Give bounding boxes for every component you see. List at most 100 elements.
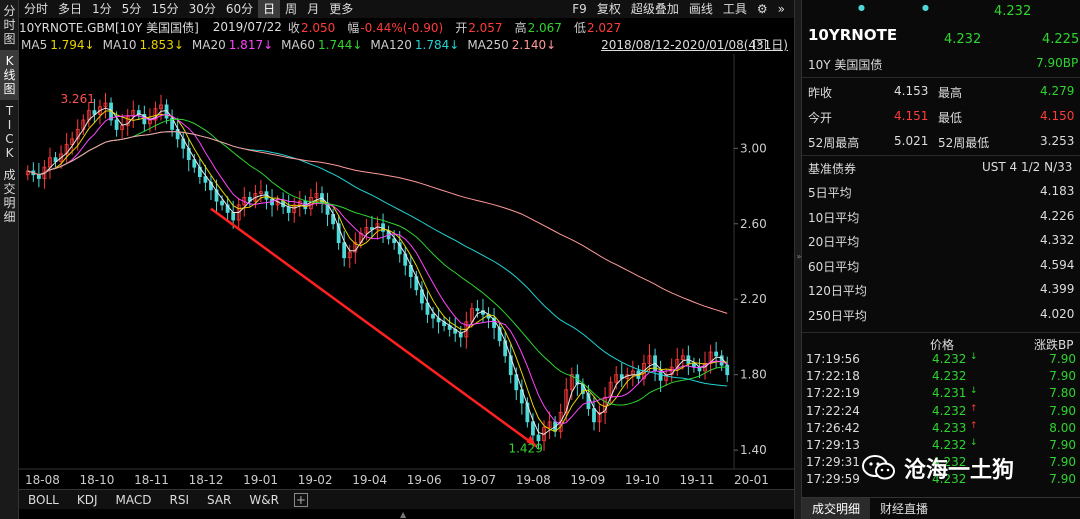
ma-value: 1.784↓ [414,38,460,52]
period-tab-7[interactable]: 日 [258,0,281,18]
period-tab-10[interactable]: 更多 [324,0,358,18]
x-tick-label: 19-10 [625,473,660,487]
open-value: 2.057 [468,20,503,35]
add-indicator-button[interactable]: + [293,492,308,507]
x-tick-label: 19-06 [407,473,442,487]
tick-time: 17:22:24 [806,403,860,418]
period-tab-2[interactable]: 1分 [87,0,117,18]
divider [802,77,1080,78]
tick-time: 17:22:18 [806,369,860,384]
quote-info-row: 10YRNOTE.GBM[10Y 美国国债] 2019/07/22 收2.050… [19,18,794,36]
x-tick-label: 18-08 [25,473,60,487]
toolbar-button-3[interactable]: 画线 [684,0,718,18]
arrow-up-icon: ↑ [970,420,978,431]
panel-bp: 7.90BP [1036,56,1079,70]
low-group: 低2.027 [574,19,627,36]
pin-icon[interactable]: ● [858,3,865,12]
side-tab-0[interactable]: 分时图 [0,0,19,50]
candle-body [231,212,236,221]
candle-body [692,362,696,368]
candle-body [714,351,719,357]
collapse-up-icon[interactable]: ▲ [400,510,406,519]
high-label: 高 [514,20,527,35]
tick-time: 17:29:59 [806,472,860,487]
indicator-tab-4[interactable]: SAR [198,490,240,510]
average-value: 4.020 [1040,306,1075,321]
side-tab-1[interactable]: K线图 [0,50,19,100]
side-tab-3[interactable]: 成交明细 [0,164,19,228]
close-value: 2.050 [300,20,336,35]
average-value: 4.399 [1040,282,1075,296]
ma-label: MA20 [191,38,226,52]
tick-price: 4.232 [932,352,967,366]
toolbar-button-2[interactable]: 超级叠加 [626,0,684,18]
tick-time: 17:22:19 [806,386,860,401]
side-tab-char: K [5,54,14,68]
ma-label: MA5 [21,38,48,52]
toolbar-button-1[interactable]: 复权 [592,0,626,18]
tick-price-header: 价格 [930,338,955,352]
indicator-tab-0[interactable]: BOLL [19,490,68,510]
average-label: 10日平均 [808,210,860,225]
stat-value: 4.150 [1040,109,1075,123]
x-tick-label: 20-01 [734,473,769,487]
indicator-tab-1[interactable]: KDJ [68,490,107,510]
candle-body [286,206,291,213]
panel-splitter[interactable]: » [794,0,802,519]
kline-chart[interactable]: 3.00 2.60 2.20 1.80 1.40 18-08 18-10 18-11 18-12… [19,54,794,489]
x-tick-label: 18-10 [80,473,115,487]
trend-line[interactable] [210,207,538,448]
divider [802,155,1080,156]
x-tick-label: 19-01 [243,473,278,487]
tick-time: 17:29:13 [806,438,860,452]
toolbar-button-0[interactable]: F9 [567,0,592,18]
period-tab-0[interactable]: 分时 [19,0,53,18]
indicator-tab-3[interactable]: RSI [160,490,198,510]
panel-tab-0[interactable]: 成交明细 [802,498,871,519]
y-tick-label: 2.20 [740,292,767,306]
watermark: 沧海一土狗 [862,452,1014,484]
tick-bp: 7.80 [1049,386,1076,401]
date-range-label[interactable]: 2018/08/12-2020/01/08(431日) [601,36,788,53]
panel-tabs: 成交明细 财经直播 [802,497,1080,519]
bench-label: 基准债券 [808,162,857,176]
toolbar-button-4[interactable]: 工具 [718,0,752,18]
indicator-tab-5[interactable]: W&R [240,490,288,510]
side-tab-2[interactable]: TICK [0,100,19,164]
tick-time: 17:19:56 [806,352,860,366]
tick-row: 17:22:24 4.232 ↑ 7.90 [806,404,1078,421]
tick-row: 17:22:19 4.231 ↓ 7.80 [806,386,1078,403]
close-label: 收 [287,20,300,35]
settings-gear-icon[interactable]: ⚙ [752,0,773,18]
average-value: 4.183 [1040,184,1075,198]
toolbar-more-button[interactable]: » [773,0,790,18]
change-label: 幅 [347,20,360,35]
wechat-icon [862,455,895,480]
indicator-tabs: BOLL KDJ MACD RSI SAR W&R + [19,489,794,509]
high-group: 高2.067 [515,19,568,36]
x-tick-label: 18-11 [134,473,169,487]
average-value: 4.332 [1040,233,1075,247]
alert-icon[interactable]: ● [922,3,929,12]
tick-price: 4.232 [932,369,967,384]
period-tab-9[interactable]: 月 [302,0,324,18]
panel-tab-1[interactable]: 财经直播 [870,498,938,519]
period-tab-1[interactable]: 多日 [53,0,87,18]
tick-row: 17:19:56 4.232 ↓ 7.90 [806,352,1078,369]
arrow-down-icon: ↓ [970,386,978,397]
period-tab-8[interactable]: 周 [280,0,302,18]
side-tab-char: 成 [3,168,16,182]
indicator-tab-2[interactable]: MACD [107,490,161,510]
period-tab-4[interactable]: 15分 [146,0,183,18]
stat-value: 3.253 [1040,134,1075,148]
period-tab-5[interactable]: 30分 [184,0,221,18]
period-tab-3[interactable]: 5分 [117,0,147,18]
x-tick-label: 19-04 [352,473,387,487]
y-tick-label: 3.00 [740,141,767,155]
average-label: 120日平均 [808,284,867,298]
period-tab-6[interactable]: 60分 [221,0,258,18]
x-tick-label: 19-07 [461,473,496,487]
tick-time: 17:29:31 [806,455,860,470]
stat-label: 52周最高 [808,136,860,150]
stat-value: 4.279 [1040,84,1075,98]
